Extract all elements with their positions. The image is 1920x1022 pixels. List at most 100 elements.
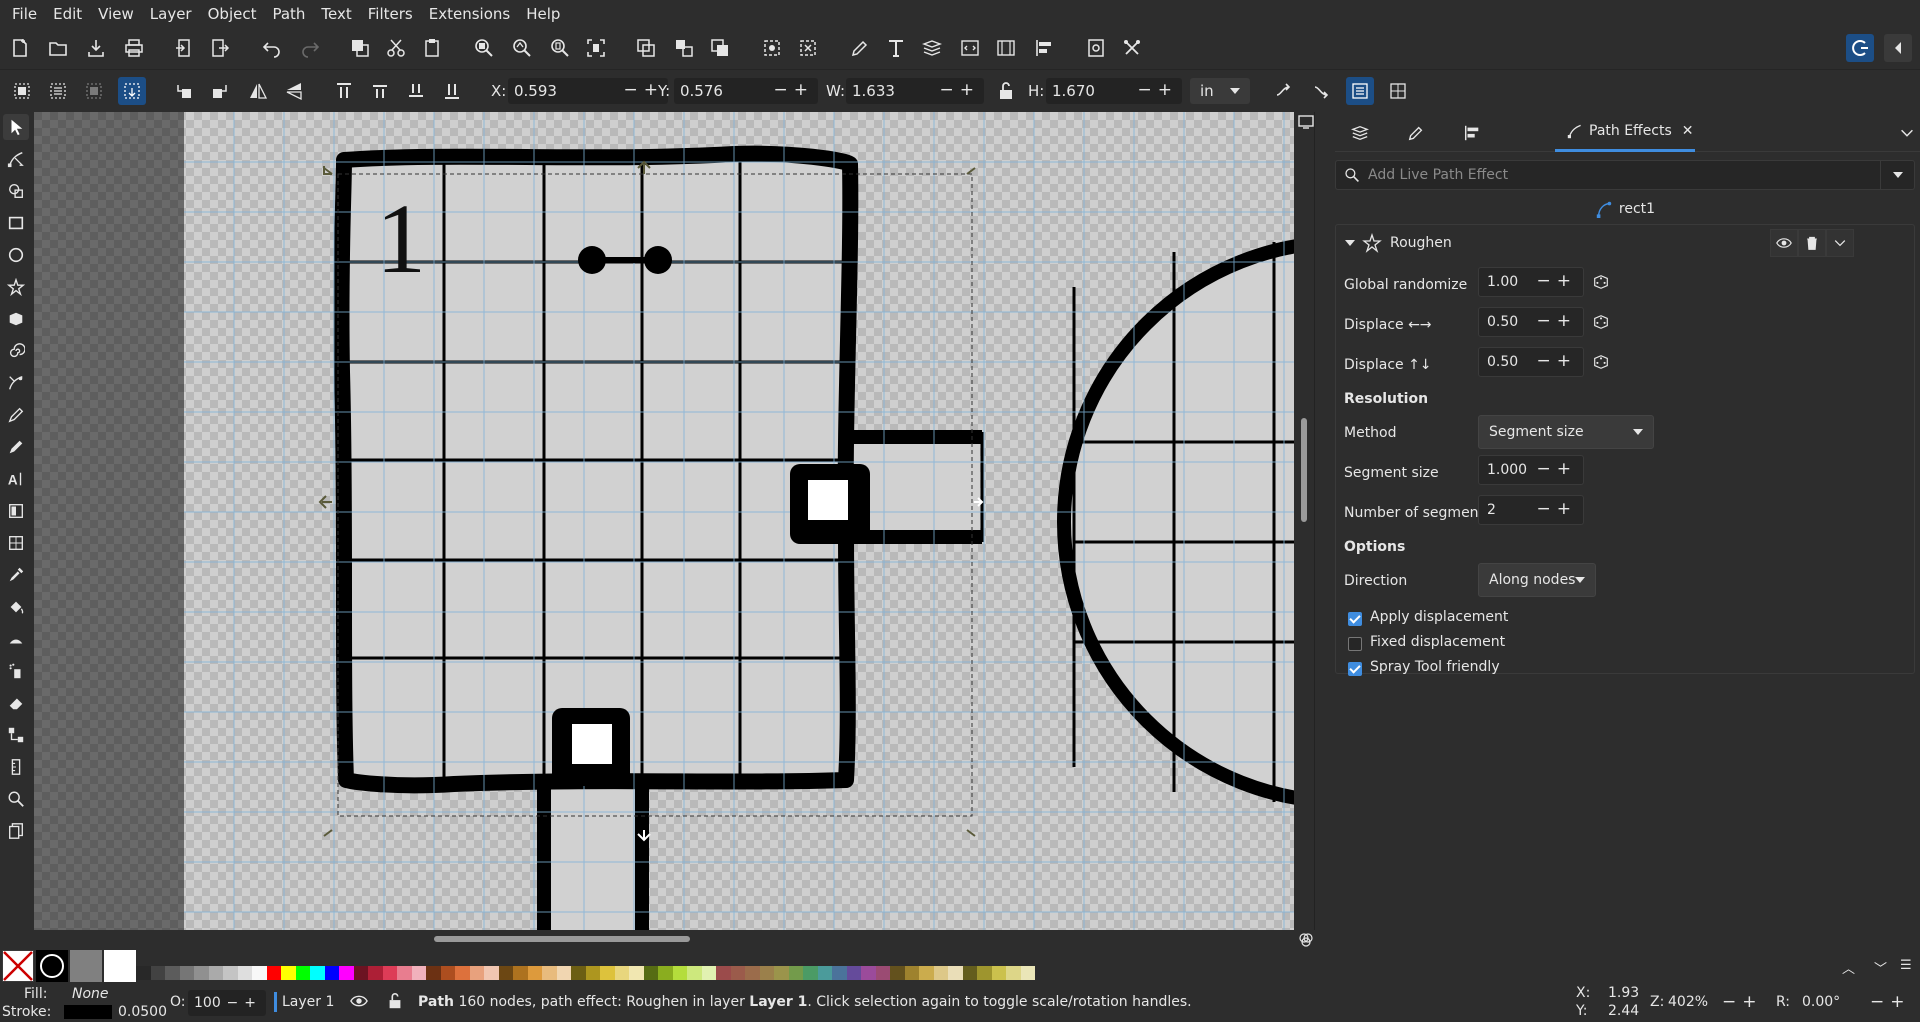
ellipse-tool-icon[interactable] bbox=[3, 242, 29, 268]
gray-swatch[interactable] bbox=[70, 950, 102, 982]
x-field[interactable]: 0.593 −+ bbox=[508, 78, 668, 104]
group-icon[interactable] bbox=[632, 34, 660, 62]
y-field[interactable]: 0.576 −+ bbox=[674, 78, 818, 104]
layers-objects-icon[interactable] bbox=[918, 34, 946, 62]
palette-swatch[interactable] bbox=[643, 966, 658, 980]
lower-icon[interactable] bbox=[402, 77, 430, 105]
randomize-dice-icon[interactable] bbox=[1592, 273, 1610, 291]
palette-swatch[interactable] bbox=[774, 966, 789, 980]
randomize-dice-icon[interactable] bbox=[1592, 353, 1610, 371]
spray-friendly-checkbox[interactable] bbox=[1348, 662, 1362, 676]
rotate-ccw-icon[interactable] bbox=[170, 77, 198, 105]
menu-file[interactable]: File bbox=[4, 5, 45, 23]
displace-x-field[interactable]: 0.50 −+ bbox=[1478, 307, 1584, 337]
palette-swatch[interactable] bbox=[252, 966, 267, 980]
palette-swatch[interactable] bbox=[788, 966, 803, 980]
menu-extensions[interactable]: Extensions bbox=[421, 5, 518, 23]
palette-swatch[interactable] bbox=[600, 966, 615, 980]
bezier-tool-icon[interactable] bbox=[3, 370, 29, 396]
palette-swatch[interactable] bbox=[803, 966, 818, 980]
rectangle-tool-icon[interactable] bbox=[3, 210, 29, 236]
palette-swatch[interactable] bbox=[542, 966, 557, 980]
cut-icon[interactable] bbox=[382, 34, 410, 62]
y-stepper[interactable]: −+ bbox=[774, 80, 815, 100]
vertical-scrollbar[interactable] bbox=[1294, 112, 1314, 930]
menu-help[interactable]: Help bbox=[518, 5, 568, 23]
num-segments-stepper[interactable]: −+ bbox=[1537, 499, 1578, 519]
displace-x-stepper[interactable]: −+ bbox=[1537, 311, 1578, 331]
layers-tab-icon[interactable] bbox=[1335, 120, 1385, 146]
palette-swatch[interactable] bbox=[890, 966, 905, 980]
display-mode-icon[interactable] bbox=[1298, 114, 1314, 130]
palette-swatch[interactable] bbox=[382, 966, 397, 980]
opacity-field[interactable]: 100 −+ bbox=[188, 990, 266, 1016]
undo-icon[interactable] bbox=[258, 34, 286, 62]
palette-swatch[interactable] bbox=[498, 966, 513, 980]
palette-swatch[interactable] bbox=[368, 966, 383, 980]
move-patterns-icon[interactable] bbox=[1384, 77, 1412, 105]
rotate-cw-icon[interactable] bbox=[206, 77, 234, 105]
current-layer[interactable]: Layer 1 bbox=[282, 994, 334, 1010]
gradient-tool-icon[interactable] bbox=[3, 498, 29, 524]
dropper-tool-icon[interactable] bbox=[3, 562, 29, 588]
palette-swatch[interactable] bbox=[904, 966, 919, 980]
opacity-stepper[interactable]: −+ bbox=[227, 990, 262, 1016]
zoom-stepper[interactable]: −+ bbox=[1722, 992, 1763, 1012]
visibility-eye-icon[interactable] bbox=[1770, 229, 1798, 257]
palette-swatch[interactable] bbox=[339, 966, 354, 980]
palette-swatch[interactable] bbox=[991, 966, 1006, 980]
palette-swatch[interactable] bbox=[310, 966, 325, 980]
global-randomize-field[interactable]: 1.00 −+ bbox=[1478, 267, 1584, 297]
zoom-drawing-icon[interactable] bbox=[508, 34, 536, 62]
palette-swatch[interactable] bbox=[353, 966, 368, 980]
palette-swatch[interactable] bbox=[527, 966, 542, 980]
import-icon[interactable] bbox=[170, 34, 198, 62]
palette-swatch[interactable] bbox=[614, 966, 629, 980]
palette-swatch[interactable] bbox=[556, 966, 571, 980]
palette-swatch[interactable] bbox=[1020, 966, 1035, 980]
dock-menu-chevron-icon[interactable] bbox=[1895, 120, 1919, 146]
palette-swatch[interactable] bbox=[977, 966, 992, 980]
print-icon[interactable] bbox=[120, 34, 148, 62]
palette-swatch[interactable] bbox=[919, 966, 934, 980]
star-tool-icon[interactable] bbox=[3, 274, 29, 300]
stroke-width-value[interactable]: 0.0500 bbox=[118, 1004, 167, 1020]
horizontal-scroll-thumb[interactable] bbox=[434, 936, 690, 942]
palette-swatch[interactable] bbox=[629, 966, 644, 980]
snap-popover-chevron-icon[interactable] bbox=[1884, 34, 1912, 62]
palette-swatch[interactable] bbox=[237, 966, 252, 980]
palette-swatch[interactable] bbox=[745, 966, 760, 980]
save-icon[interactable] bbox=[82, 34, 110, 62]
palette-swatch[interactable] bbox=[266, 966, 281, 980]
stroke-color-swatch[interactable] bbox=[64, 1005, 112, 1019]
palette-swatch[interactable] bbox=[165, 966, 180, 980]
document-properties-icon[interactable] bbox=[992, 34, 1020, 62]
palette-swatch[interactable] bbox=[832, 966, 847, 980]
spiral-tool-icon[interactable] bbox=[3, 338, 29, 364]
transform-shortcut-icon[interactable] bbox=[794, 34, 822, 62]
xml-editor-icon[interactable] bbox=[956, 34, 984, 62]
layer-lock-icon[interactable] bbox=[386, 992, 404, 1014]
palette-swatch[interactable] bbox=[571, 966, 586, 980]
apply-displacement-checkbox[interactable] bbox=[1348, 612, 1362, 626]
segment-size-stepper[interactable]: −+ bbox=[1537, 459, 1578, 479]
spray-tool-icon[interactable] bbox=[3, 658, 29, 684]
menu-path[interactable]: Path bbox=[264, 5, 313, 23]
palette-swatch[interactable] bbox=[194, 966, 209, 980]
palette-swatch[interactable] bbox=[716, 966, 731, 980]
zoom-center-page-icon[interactable] bbox=[582, 34, 610, 62]
menu-layer[interactable]: Layer bbox=[142, 5, 200, 23]
palette-swatch[interactable] bbox=[1006, 966, 1021, 980]
zoom-tool-icon[interactable] bbox=[3, 786, 29, 812]
export-icon[interactable] bbox=[206, 34, 234, 62]
horizontal-scrollbar[interactable] bbox=[34, 930, 1294, 948]
palette-menu-icon[interactable]: ☰ bbox=[1900, 958, 1912, 973]
h-stepper[interactable]: −+ bbox=[1138, 80, 1179, 100]
clone-icon[interactable] bbox=[706, 34, 734, 62]
document-resources-icon[interactable] bbox=[1082, 34, 1110, 62]
delete-effect-icon[interactable] bbox=[1798, 229, 1826, 257]
vertical-scroll-thumb[interactable] bbox=[1301, 418, 1307, 522]
direction-select[interactable]: Along nodes bbox=[1478, 563, 1596, 597]
palette-swatch[interactable] bbox=[136, 966, 151, 980]
lock-icon[interactable] bbox=[992, 77, 1020, 105]
